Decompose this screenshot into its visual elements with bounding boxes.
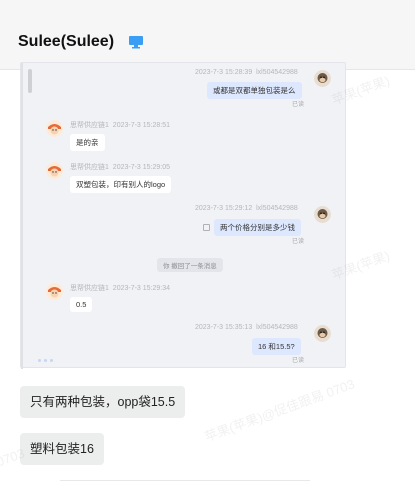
message-meta: 思帮供应链1 2023-7-3 15:29:05 [70, 162, 170, 172]
message-meta: 思帮供应链1 2023-7-3 15:28:51 [70, 120, 170, 130]
read-status: 已读 [292, 358, 305, 364]
message-time: 2023-7-3 15:28:51 [112, 122, 171, 129]
chat-history-preview[interactable]: 2023-7-3 15:28:39 lxl504542988 或都是双都单独包装… [20, 62, 346, 369]
message-time: 2023-7-3 15:29:05 [112, 164, 171, 171]
message-meta: 2023-7-3 15:29:12 lxl504542988 [195, 205, 298, 212]
monkey-avatar-icon [314, 206, 331, 223]
read-status: 已读 [292, 239, 305, 245]
message-bubble: 16 和15.5? [252, 338, 301, 355]
message-time: 2023-7-3 15:29:12 [195, 205, 253, 212]
message-time: 2023-7-3 15:35:13 [195, 324, 253, 331]
message-sender: lxl504542988 [256, 324, 298, 331]
system-notice: 你 撤回了一条消息 [157, 258, 223, 272]
contact-name: Sulee(Sulee) [18, 33, 115, 50]
message-meta: 2023-7-3 15:35:13 lxl504542988 [195, 324, 298, 331]
monitor-icon [129, 36, 143, 49]
read-status: 已读 [292, 102, 305, 108]
chat-header: Sulee(Sulee) [0, 0, 415, 70]
divider [60, 480, 310, 481]
message-sender: 思帮供应链1 [70, 164, 109, 171]
message-bubble: 双塑包装，印有别人的logo [70, 176, 172, 193]
message-meta: 思帮供应链1 2023-7-3 15:29:34 [70, 283, 170, 293]
message-meta: 2023-7-3 15:28:39 lxl504542988 [195, 69, 298, 76]
cartoon-avatar-icon [46, 283, 63, 300]
avatar [46, 120, 63, 137]
message-bubble: 两个价格分别是多少钱 [214, 219, 301, 236]
cartoon-avatar-icon [46, 120, 63, 137]
watermark: 苹果(苹果)@促佳跟易 0703 [202, 376, 357, 445]
message-bubble: 或都是双都单独包装是么 [207, 82, 302, 99]
message-sender: lxl504542988 [256, 205, 298, 212]
avatar [314, 325, 331, 342]
avatar [46, 162, 63, 179]
message-sender: lxl504542988 [256, 69, 298, 76]
loading-dots-icon [38, 359, 53, 362]
scroll-rail [21, 63, 23, 369]
message-bubble: 是的亲 [70, 134, 105, 151]
copy-icon[interactable] [203, 224, 210, 231]
message-time: 2023-7-3 15:29:34 [112, 285, 171, 292]
monkey-avatar-icon [314, 70, 331, 87]
scrollbar-thumb[interactable] [28, 69, 32, 93]
avatar [46, 283, 63, 300]
reply-message: 塑料包装16 [20, 433, 104, 465]
message-bubble: 0.5 [70, 297, 93, 312]
avatar [314, 206, 331, 223]
message-sender: 思帮供应链1 [70, 122, 109, 129]
reply-message: 只有两种包装，opp袋15.5 [20, 386, 186, 418]
avatar [314, 70, 331, 87]
cartoon-avatar-icon [46, 162, 63, 179]
monkey-avatar-icon [314, 325, 331, 342]
message-time: 2023-7-3 15:28:39 [195, 69, 253, 76]
message-sender: 思帮供应链1 [70, 285, 109, 292]
